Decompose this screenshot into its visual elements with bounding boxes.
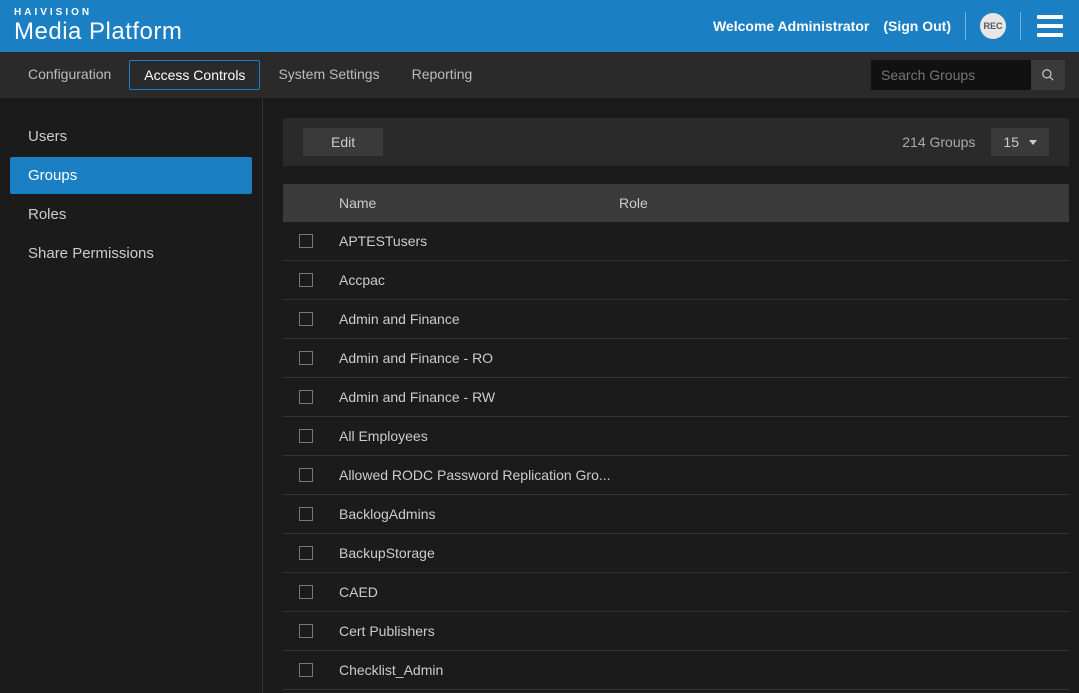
rec-badge[interactable]: REC <box>980 13 1006 39</box>
group-name[interactable]: Admin and Finance - RW <box>329 389 619 405</box>
col-role[interactable]: Role <box>619 195 1053 211</box>
subnav-tab-system-settings[interactable]: System Settings <box>264 60 393 90</box>
sidebar-item-roles[interactable]: Roles <box>10 196 252 233</box>
table-row: Cert Publishers <box>283 612 1069 651</box>
row-checkbox[interactable] <box>299 234 313 248</box>
search-button[interactable] <box>1031 60 1065 90</box>
header-right: Welcome Administrator (Sign Out) REC <box>713 12 1065 40</box>
page-size-select[interactable]: 15 <box>991 128 1049 156</box>
table-row: Admin and Finance <box>283 300 1069 339</box>
sidebar-item-share-permissions[interactable]: Share Permissions <box>10 235 252 272</box>
row-checkbox[interactable] <box>299 507 313 521</box>
rec-label: REC <box>983 21 1002 31</box>
table-row: CAED <box>283 573 1069 612</box>
group-name[interactable]: Checklist_Admin <box>329 662 619 678</box>
table-header: Name Role <box>283 184 1069 222</box>
brand-top: HAIVISION <box>14 8 182 18</box>
table-row: All Employees <box>283 417 1069 456</box>
sidebar-item-users[interactable]: Users <box>10 118 252 155</box>
group-name[interactable]: BackupStorage <box>329 545 619 561</box>
row-checkbox[interactable] <box>299 585 313 599</box>
group-name[interactable]: Accpac <box>329 272 619 288</box>
table-row: APTESTusers <box>283 222 1069 261</box>
group-name[interactable]: All Employees <box>329 428 619 444</box>
subnav-tab-reporting[interactable]: Reporting <box>398 60 487 90</box>
table-row: Allowed RODC Password Replication Gro... <box>283 456 1069 495</box>
groups-table: Name Role APTESTusers Accpac Admin and Fin… <box>283 184 1069 690</box>
table-row: Admin and Finance - RO <box>283 339 1069 378</box>
header: HAIVISION Media Platform Welcome Adminis… <box>0 0 1079 52</box>
search-input[interactable] <box>871 60 1031 90</box>
group-count: 214 Groups <box>902 134 975 150</box>
subnav: ConfigurationAccess ControlsSystem Setti… <box>0 52 1079 98</box>
table-row: BackupStorage <box>283 534 1069 573</box>
toolbar: Edit 214 Groups 15 <box>283 118 1069 166</box>
group-name[interactable]: Allowed RODC Password Replication Gro... <box>329 467 619 483</box>
brand-bottom: Media Platform <box>14 20 182 44</box>
sidebar-item-groups[interactable]: Groups <box>10 157 252 194</box>
row-checkbox[interactable] <box>299 351 313 365</box>
edit-button[interactable]: Edit <box>303 128 383 156</box>
group-name[interactable]: Admin and Finance - RO <box>329 350 619 366</box>
group-name[interactable]: Admin and Finance <box>329 311 619 327</box>
table-row: Accpac <box>283 261 1069 300</box>
row-checkbox[interactable] <box>299 663 313 677</box>
table-row: BacklogAdmins <box>283 495 1069 534</box>
row-checkbox[interactable] <box>299 624 313 638</box>
row-checkbox[interactable] <box>299 390 313 404</box>
sign-out-link[interactable]: (Sign Out) <box>883 18 951 34</box>
brand: HAIVISION Media Platform <box>14 8 182 44</box>
row-checkbox[interactable] <box>299 429 313 443</box>
table-row: Checklist_Admin <box>283 651 1069 690</box>
row-checkbox[interactable] <box>299 312 313 326</box>
main: UsersGroupsRolesShare Permissions Edit 2… <box>0 98 1079 693</box>
subnav-tab-access-controls[interactable]: Access Controls <box>129 60 260 90</box>
group-name[interactable]: CAED <box>329 584 619 600</box>
subnav-tab-configuration[interactable]: Configuration <box>14 60 125 90</box>
group-name[interactable]: APTESTusers <box>329 233 619 249</box>
sidebar: UsersGroupsRolesShare Permissions <box>0 98 263 693</box>
chevron-down-icon <box>1029 140 1037 145</box>
table-row: Admin and Finance - RW <box>283 378 1069 417</box>
group-name[interactable]: BacklogAdmins <box>329 506 619 522</box>
row-checkbox[interactable] <box>299 546 313 560</box>
divider <box>965 12 966 40</box>
search-wrap <box>871 60 1065 90</box>
welcome-text: Welcome Administrator <box>713 18 869 34</box>
col-name[interactable]: Name <box>329 195 619 211</box>
content: Edit 214 Groups 15 Name Role APTESTusers… <box>263 98 1079 693</box>
search-icon <box>1041 68 1055 82</box>
page-size-value: 15 <box>1003 134 1019 150</box>
menu-icon[interactable] <box>1035 13 1065 39</box>
divider <box>1020 12 1021 40</box>
group-name[interactable]: Cert Publishers <box>329 623 619 639</box>
row-checkbox[interactable] <box>299 468 313 482</box>
row-checkbox[interactable] <box>299 273 313 287</box>
